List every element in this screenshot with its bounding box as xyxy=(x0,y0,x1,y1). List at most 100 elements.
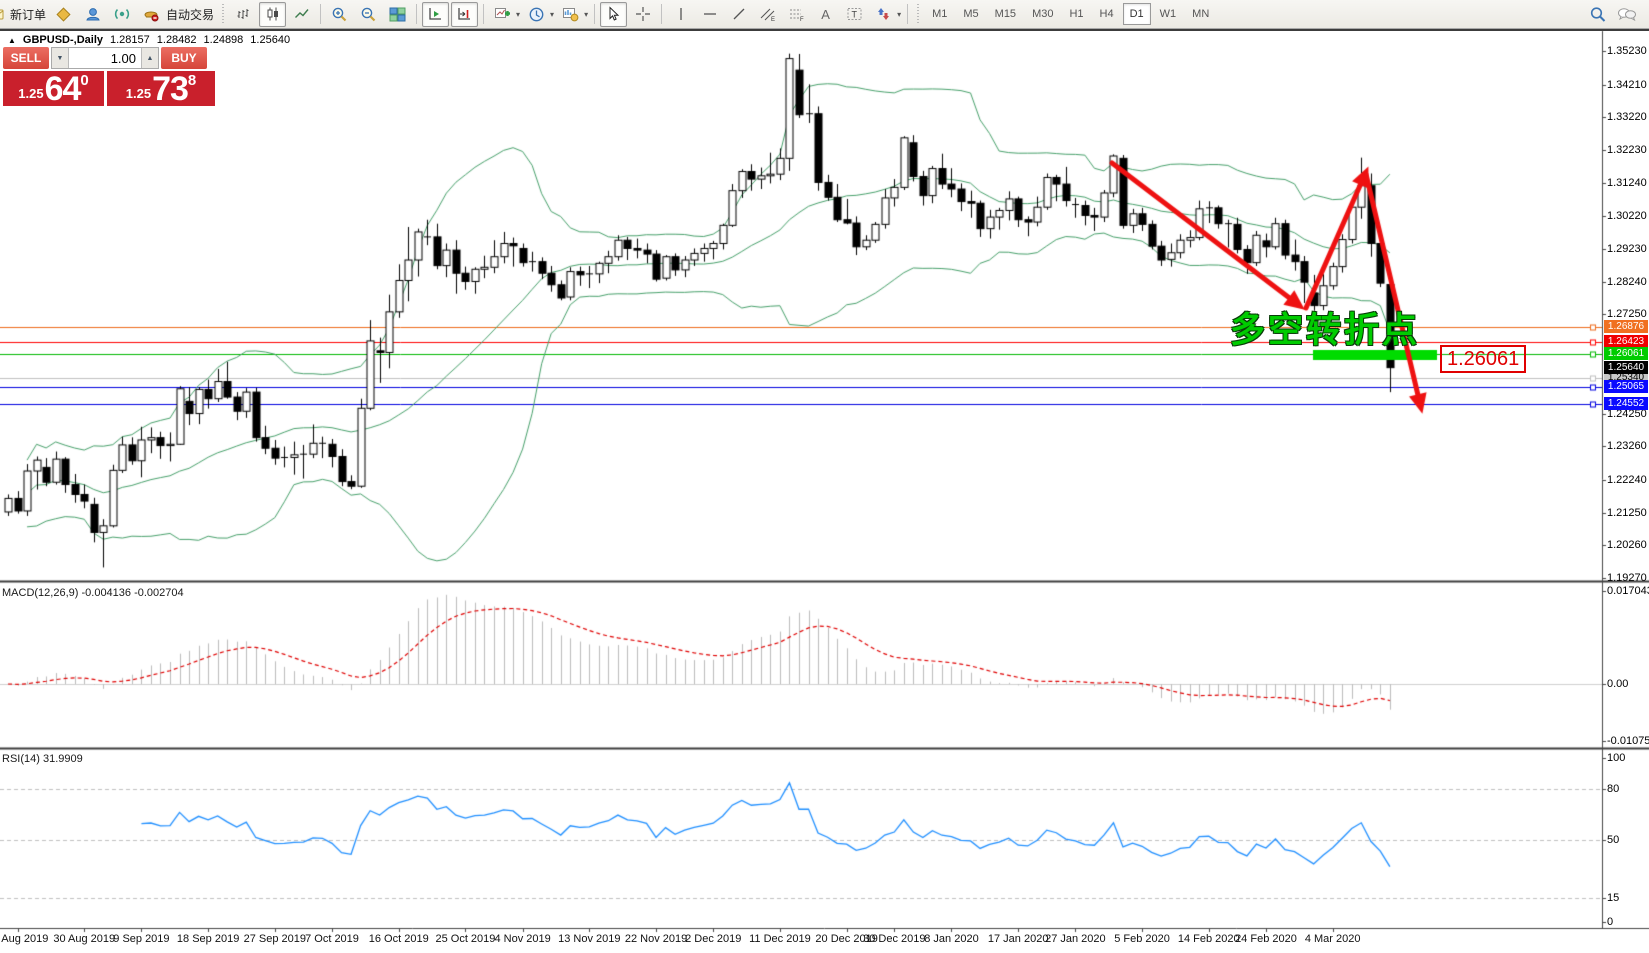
date-axis-label: 16 Oct 2019 xyxy=(369,933,429,945)
zoom-in-icon[interactable] xyxy=(326,2,353,27)
macd-value: -0.004136 xyxy=(81,587,131,599)
indicators-dropdown-icon[interactable]: ▾ xyxy=(516,10,520,19)
chart-window-border xyxy=(0,29,1649,31)
volume-decrease-button[interactable]: ▼ xyxy=(52,48,69,68)
templates-icon[interactable] xyxy=(557,2,584,27)
chart-canvas[interactable] xyxy=(0,0,1649,953)
timeframe-button-H1[interactable]: H1 xyxy=(1062,3,1090,25)
fibonacci-icon[interactable]: F xyxy=(783,2,810,27)
arrows-dropdown-icon[interactable]: ▾ xyxy=(897,10,901,19)
rsi-axis-tick: 15 xyxy=(1607,892,1619,904)
macd-axis-tick: 0.00 xyxy=(1607,678,1628,690)
buy-price-small: 1.25 xyxy=(126,86,151,101)
zoom-out-icon[interactable] xyxy=(355,2,382,27)
macd-axis-tick: -0.010751 xyxy=(1607,735,1649,747)
toolbar-separator xyxy=(907,4,908,24)
volume-input[interactable] xyxy=(69,48,141,68)
buy-price-sup: 8 xyxy=(188,72,196,89)
horizontal-line-icon[interactable] xyxy=(696,2,723,27)
signal-icon[interactable] xyxy=(108,2,135,27)
ohlc-low: 1.24898 xyxy=(204,34,244,46)
candlestick-chart-icon[interactable] xyxy=(259,2,286,27)
price-callout-box: 1.26061 xyxy=(1440,345,1526,373)
text-icon[interactable]: A xyxy=(812,2,839,27)
date-axis-label: 30 Dec 2019 xyxy=(863,933,925,945)
cursor-icon[interactable] xyxy=(600,2,627,27)
date-axis-label: 17 Jan 2020 xyxy=(988,933,1049,945)
toolbar-grip xyxy=(220,4,226,24)
ohlc-open: 1.28157 xyxy=(110,34,150,46)
new-order-button[interactable]: 新订单 xyxy=(10,6,46,23)
tile-windows-icon[interactable] xyxy=(384,2,411,27)
date-axis-label: 5 Feb 2020 xyxy=(1114,933,1170,945)
gold-icon[interactable] xyxy=(50,2,77,27)
autotrading-icon[interactable] xyxy=(137,2,164,27)
current-price-badge: 1.25640 xyxy=(1604,361,1648,374)
timeframe-button-M15[interactable]: M15 xyxy=(988,3,1023,25)
timeframe-button-M5[interactable]: M5 xyxy=(956,3,985,25)
toolbar: 新订单 自动交易 xyxy=(0,0,1649,29)
price-axis-tick: 1.34210 xyxy=(1607,79,1647,91)
sell-price-small: 1.25 xyxy=(18,86,43,101)
price-axis-tick: 1.23260 xyxy=(1607,440,1647,452)
vertical-line-icon[interactable] xyxy=(667,2,694,27)
price-level-badge: 1.25065 xyxy=(1604,380,1648,393)
templates-dropdown-icon[interactable]: ▾ xyxy=(584,10,588,19)
turning-point-annotation: 多空转折点 xyxy=(1230,302,1420,353)
autotrading-button[interactable]: 自动交易 xyxy=(166,6,214,23)
chat-icon[interactable] xyxy=(1613,2,1640,27)
ohlc-close: 1.25640 xyxy=(250,34,290,46)
line-chart-icon[interactable] xyxy=(288,2,315,27)
svg-text:T: T xyxy=(852,10,858,20)
ohlc-high: 1.28482 xyxy=(157,34,197,46)
toolbar-separator xyxy=(416,4,417,24)
buy-price-big: 73 xyxy=(152,74,188,104)
new-order-icon[interactable] xyxy=(0,2,8,27)
date-axis-label: 7 Oct 2019 xyxy=(305,933,359,945)
timeframe-bar: M1M5M15M30H1H4D1W1MN xyxy=(924,3,1217,25)
sell-price-tile[interactable]: 1.25 64 0 xyxy=(3,71,104,106)
arrows-icon[interactable] xyxy=(870,2,897,27)
timeframe-button-M1[interactable]: M1 xyxy=(925,3,954,25)
mt4-window: 新订单 自动交易 xyxy=(0,0,1649,953)
price-axis-tick: 1.21250 xyxy=(1607,507,1647,519)
price-axis-tick: 1.32230 xyxy=(1607,144,1647,156)
auto-scroll-icon[interactable] xyxy=(422,2,449,27)
indicators-icon[interactable] xyxy=(489,2,516,27)
rsi-axis-tick: 80 xyxy=(1607,783,1619,795)
search-icon[interactable] xyxy=(1584,2,1611,27)
price-axis-tick: 1.27250 xyxy=(1607,308,1647,320)
timeframe-button-D1[interactable]: D1 xyxy=(1123,3,1151,25)
one-click-trading-panel: SELL ▼ ▲ BUY 1.25 64 0 1.25 73 8 xyxy=(3,47,215,106)
timeframe-button-H4[interactable]: H4 xyxy=(1093,3,1121,25)
channel-icon[interactable]: E xyxy=(754,2,781,27)
timeframe-button-W1[interactable]: W1 xyxy=(1153,3,1184,25)
community-icon[interactable] xyxy=(79,2,106,27)
rsi-pane-header: RSI(14) 31.9909 xyxy=(2,753,83,765)
rsi-axis-tick: 100 xyxy=(1607,752,1625,764)
volume-increase-button[interactable]: ▲ xyxy=(141,48,158,68)
buy-button[interactable]: BUY xyxy=(161,47,207,69)
periods-dropdown-icon[interactable]: ▾ xyxy=(550,10,554,19)
toolbar-separator xyxy=(661,4,662,24)
date-axis-label: 4 Nov 2019 xyxy=(494,933,550,945)
price-level-badge: 1.24552 xyxy=(1604,397,1648,410)
crosshair-icon[interactable] xyxy=(629,2,656,27)
periods-icon[interactable] xyxy=(523,2,550,27)
date-axis-label: 30 Aug 2019 xyxy=(53,933,115,945)
timeframe-button-M30[interactable]: M30 xyxy=(1025,3,1060,25)
trendline-icon[interactable] xyxy=(725,2,752,27)
volume-stepper: ▼ ▲ xyxy=(51,47,159,69)
date-axis-label: 21 Aug 2019 xyxy=(0,933,48,945)
bar-chart-icon[interactable] xyxy=(230,2,257,27)
date-axis-label: 4 Mar 2020 xyxy=(1305,933,1361,945)
sell-button[interactable]: SELL xyxy=(3,47,49,69)
price-axis-tick: 1.22240 xyxy=(1607,474,1647,486)
sell-price-big: 64 xyxy=(45,74,81,104)
text-label-icon[interactable]: T xyxy=(841,2,868,27)
macd-axis-tick: 0.017043 xyxy=(1607,585,1649,597)
buy-price-tile[interactable]: 1.25 73 8 xyxy=(107,71,215,106)
timeframe-button-MN[interactable]: MN xyxy=(1185,3,1216,25)
chart-shift-icon[interactable] xyxy=(451,2,478,27)
date-axis-label: 25 Oct 2019 xyxy=(435,933,495,945)
